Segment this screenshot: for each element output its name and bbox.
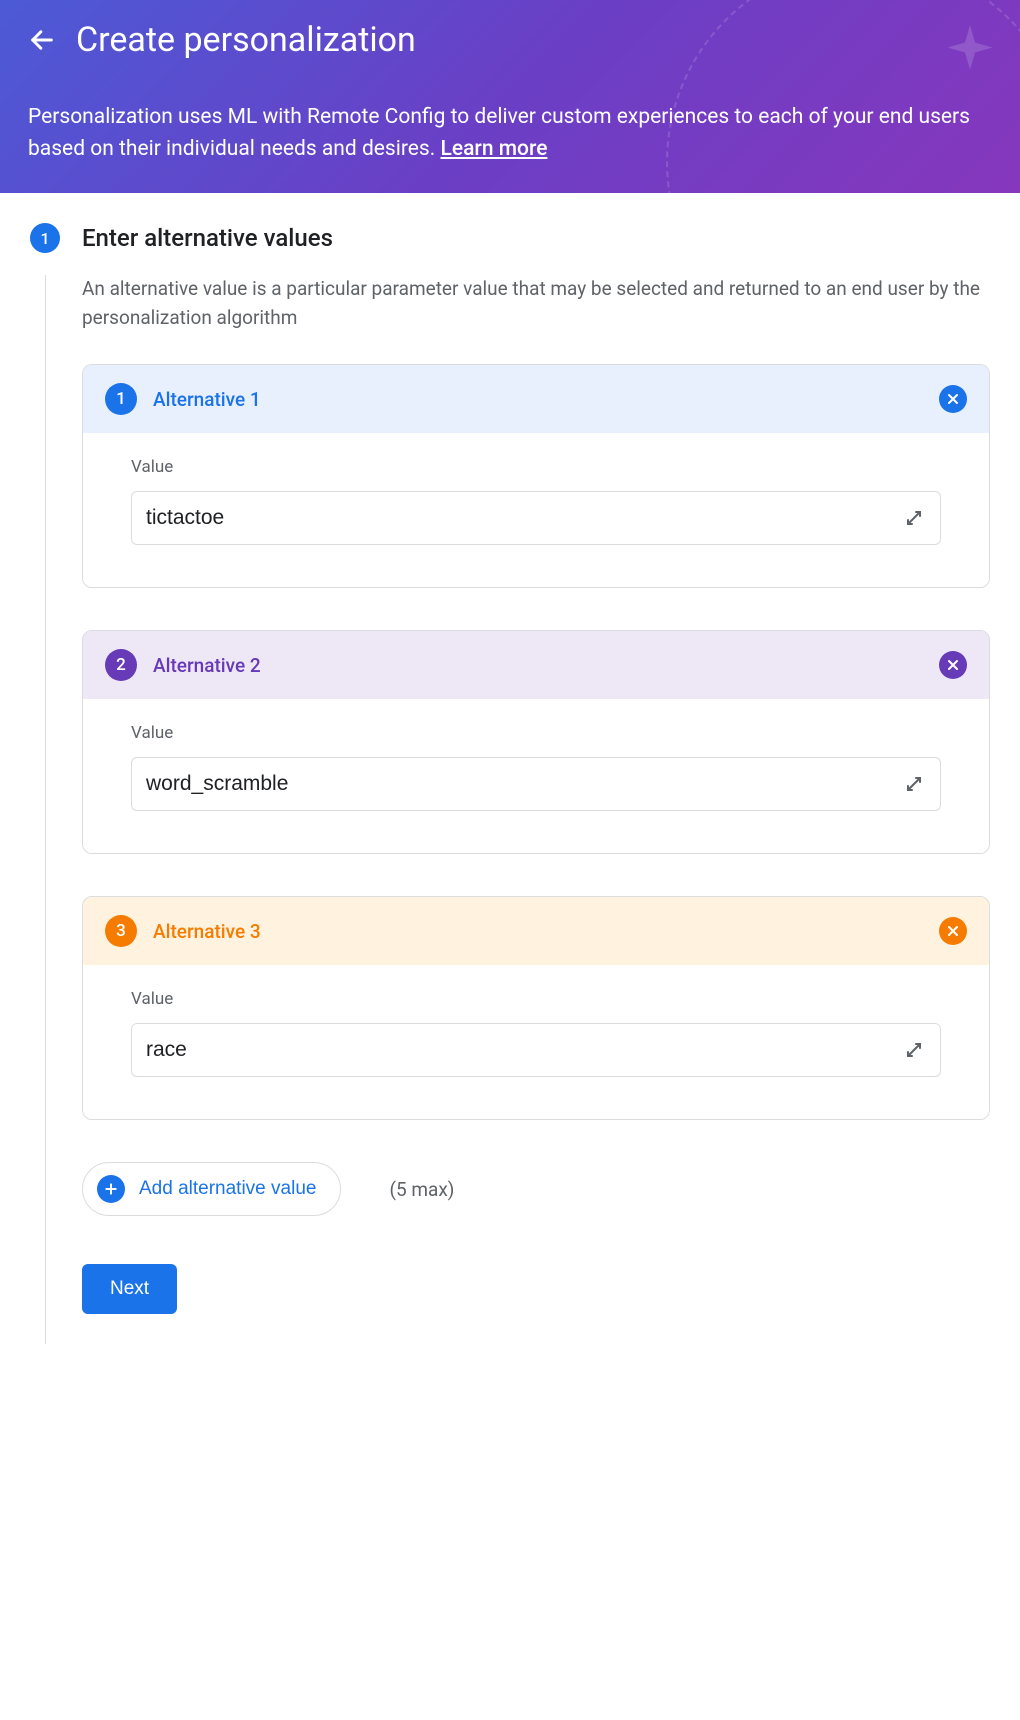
alternative-label: Alternative 3 xyxy=(153,920,923,943)
alternative-card-1: 1 Alternative 1 Value xyxy=(82,364,990,588)
step-title: Enter alternative values xyxy=(82,224,333,252)
expand-icon xyxy=(902,772,926,796)
page-header: Create personalization Personalization u… xyxy=(0,0,1020,193)
close-icon xyxy=(945,923,961,939)
value-input-container xyxy=(131,491,941,545)
add-alternative-label: Add alternative value xyxy=(139,1178,316,1200)
alternative-card-3: 3 Alternative 3 Value xyxy=(82,896,990,1120)
alternative-header-1: 1 Alternative 1 xyxy=(83,365,989,433)
alternative-body: Value xyxy=(83,965,989,1119)
value-label: Value xyxy=(131,989,941,1009)
back-arrow-icon[interactable] xyxy=(28,26,56,54)
value-label: Value xyxy=(131,457,941,477)
next-button[interactable]: Next xyxy=(82,1264,177,1314)
value-input[interactable] xyxy=(132,758,888,810)
expand-handle[interactable] xyxy=(888,772,940,796)
expand-icon xyxy=(902,506,926,530)
add-alternative-button[interactable]: Add alternative value xyxy=(82,1162,341,1216)
alternative-label: Alternative 2 xyxy=(153,654,923,677)
step-description: An alternative value is a particular par… xyxy=(82,275,990,332)
close-icon xyxy=(945,657,961,673)
value-input-container xyxy=(131,757,941,811)
remove-alternative-button[interactable] xyxy=(939,917,967,945)
step-header: 1 Enter alternative values xyxy=(30,223,990,253)
expand-handle[interactable] xyxy=(888,1038,940,1062)
expand-icon xyxy=(902,1038,926,1062)
plus-icon xyxy=(97,1175,125,1203)
alternative-body: Value xyxy=(83,433,989,587)
value-input[interactable] xyxy=(132,492,888,544)
alternative-card-2: 2 Alternative 2 Value xyxy=(82,630,990,854)
alternative-header-3: 3 Alternative 3 xyxy=(83,897,989,965)
alternative-number-badge: 2 xyxy=(105,649,137,681)
alternative-body: Value xyxy=(83,699,989,853)
value-label: Value xyxy=(131,723,941,743)
content-area: 1 Enter alternative values An alternativ… xyxy=(0,193,1020,1404)
remove-alternative-button[interactable] xyxy=(939,651,967,679)
remove-alternative-button[interactable] xyxy=(939,385,967,413)
step-number-badge: 1 xyxy=(30,223,60,253)
page-title: Create personalization xyxy=(76,20,416,60)
close-icon xyxy=(945,391,961,407)
alternative-number-badge: 3 xyxy=(105,915,137,947)
page-description: Personalization uses ML with Remote Conf… xyxy=(28,102,992,165)
value-input-container xyxy=(131,1023,941,1077)
sparkle-decoration xyxy=(940,20,1000,84)
value-input[interactable] xyxy=(132,1024,888,1076)
learn-more-link[interactable]: Learn more xyxy=(441,137,548,161)
alternative-header-2: 2 Alternative 2 xyxy=(83,631,989,699)
expand-handle[interactable] xyxy=(888,506,940,530)
add-alternative-row: Add alternative value (5 max) xyxy=(82,1162,990,1216)
alternative-label: Alternative 1 xyxy=(153,388,923,411)
alternative-number-badge: 1 xyxy=(105,383,137,415)
max-alternatives-text: (5 max) xyxy=(389,1178,454,1201)
step-body: An alternative value is a particular par… xyxy=(45,275,990,1344)
